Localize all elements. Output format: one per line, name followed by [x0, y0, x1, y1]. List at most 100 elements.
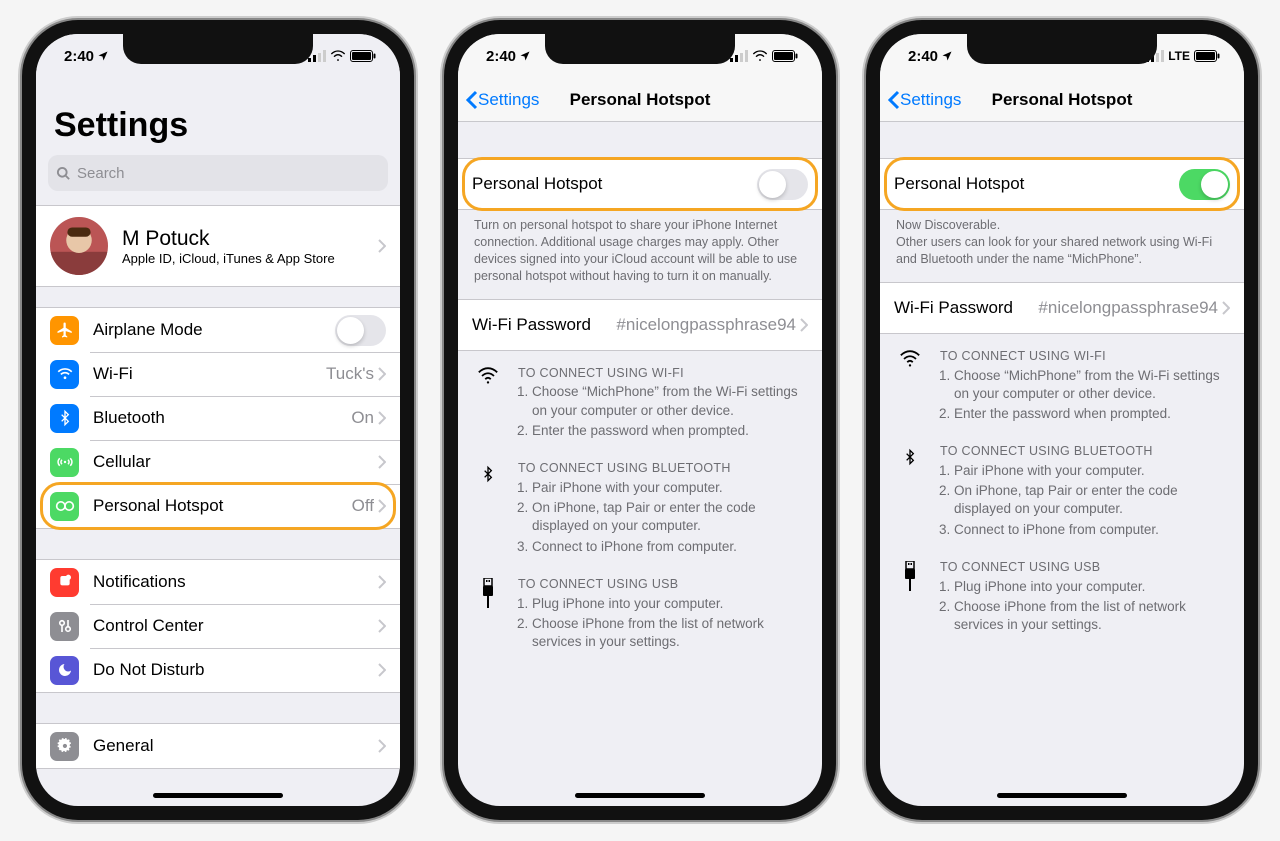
- bluetooth-value: On: [351, 408, 374, 428]
- instr-usb-step: Choose iPhone from the list of network s…: [954, 598, 1228, 634]
- hotspot-discoverable: Now Discoverable. Other users can look f…: [880, 210, 1244, 282]
- instr-bluetooth: TO CONNECT USING BLUETOOTH Pair iPhone w…: [458, 446, 822, 562]
- instr-usb: TO CONNECT USING USB Plug iPhone into yo…: [880, 545, 1244, 641]
- wifi-pw-label: Wi-Fi Password: [894, 298, 1038, 318]
- status-time: 2:40: [486, 48, 516, 65]
- instr-bt-step: On iPhone, tap Pair or enter the code di…: [532, 499, 806, 535]
- wifi-label: Wi-Fi: [93, 364, 326, 384]
- chevron-right-icon: [378, 619, 386, 633]
- bluetooth-label: Bluetooth: [93, 408, 351, 428]
- cellular-label: Cellular: [93, 452, 378, 472]
- airplane-label: Airplane Mode: [93, 320, 335, 340]
- wifi-icon: [477, 367, 499, 385]
- status-network-label: LTE: [1168, 49, 1190, 63]
- bluetooth-icon: [480, 462, 496, 486]
- bluetooth-icon: [902, 445, 918, 469]
- chevron-left-icon: [466, 90, 478, 110]
- chevron-right-icon: [1222, 301, 1230, 315]
- avatar: [50, 217, 108, 275]
- hotspot-toggle-row[interactable]: Personal Hotspot: [880, 159, 1244, 209]
- instr-bt-step: Connect to iPhone from computer.: [532, 538, 806, 556]
- location-icon: [941, 50, 953, 62]
- instr-bt-step: Connect to iPhone from computer.: [954, 521, 1228, 539]
- phone-frame-1: 2:40 Settings Search: [22, 20, 414, 820]
- notifications-icon: [50, 568, 79, 597]
- instr-usb-title: TO CONNECT USING USB: [518, 576, 806, 593]
- instr-usb-title: TO CONNECT USING USB: [940, 559, 1228, 576]
- instr-bt-step: Pair iPhone with your computer.: [532, 479, 806, 497]
- instr-usb-step: Plug iPhone into your computer.: [532, 595, 806, 613]
- bluetooth-row[interactable]: Bluetooth On: [36, 396, 400, 440]
- back-label: Settings: [478, 90, 539, 110]
- notifications-label: Notifications: [93, 572, 378, 592]
- search-input[interactable]: Search: [48, 155, 388, 191]
- back-button[interactable]: Settings: [466, 90, 539, 110]
- personal-hotspot-row[interactable]: Personal Hotspot Off: [36, 484, 400, 528]
- profile-name: M Potuck: [122, 227, 378, 251]
- home-indicator: [997, 793, 1127, 798]
- battery-icon: [1194, 50, 1220, 62]
- dnd-row[interactable]: Do Not Disturb: [36, 648, 400, 692]
- instr-wifi-step: Choose “MichPhone” from the Wi-Fi settin…: [954, 367, 1228, 403]
- home-indicator: [575, 793, 705, 798]
- hotspot-toggle[interactable]: [757, 169, 808, 200]
- hotspot-toggle-label: Personal Hotspot: [894, 174, 1179, 194]
- instr-usb: TO CONNECT USING USB Plug iPhone into yo…: [458, 562, 822, 658]
- instr-wifi: TO CONNECT USING WI-FI Choose “MichPhone…: [880, 334, 1244, 430]
- notch: [123, 34, 313, 64]
- dnd-icon: [50, 656, 79, 685]
- status-time: 2:40: [908, 48, 938, 65]
- hotspot-hint: Turn on personal hotspot to share your i…: [458, 210, 822, 299]
- notch: [967, 34, 1157, 64]
- hotspot-toggle-label: Personal Hotspot: [472, 174, 757, 194]
- wifi-password-row[interactable]: Wi-Fi Password #nicelongpassphrase94: [880, 283, 1244, 333]
- search-icon: [56, 166, 71, 181]
- wifi-row[interactable]: Wi-Fi Tuck's: [36, 352, 400, 396]
- chevron-right-icon: [378, 239, 386, 253]
- nav-title: Personal Hotspot: [992, 90, 1133, 110]
- notifications-row[interactable]: Notifications: [36, 560, 400, 604]
- chevron-right-icon: [378, 663, 386, 677]
- hotspot-icon: [50, 492, 79, 521]
- usb-icon: [903, 561, 917, 591]
- back-label: Settings: [900, 90, 961, 110]
- instr-wifi-title: TO CONNECT USING WI-FI: [518, 365, 806, 382]
- chevron-right-icon: [378, 455, 386, 469]
- airplane-toggle[interactable]: [335, 315, 386, 346]
- instr-bt-step: On iPhone, tap Pair or enter the code di…: [954, 482, 1228, 518]
- control-center-icon: [50, 612, 79, 641]
- wifi-pw-value: #nicelongpassphrase94: [616, 315, 796, 335]
- chevron-right-icon: [378, 499, 386, 513]
- chevron-right-icon: [378, 367, 386, 381]
- hotspot-value: Off: [352, 496, 374, 516]
- instr-bluetooth: TO CONNECT USING BLUETOOTH Pair iPhone w…: [880, 429, 1244, 545]
- instr-usb-step: Choose iPhone from the list of network s…: [532, 615, 806, 651]
- usb-icon: [481, 578, 495, 608]
- chevron-right-icon: [378, 411, 386, 425]
- gear-icon: [50, 732, 79, 761]
- phone-frame-3: 2:40 LTE Settings Personal Hotspot Perso…: [866, 20, 1258, 820]
- instr-wifi: TO CONNECT USING WI-FI Choose “MichPhone…: [458, 351, 822, 447]
- chevron-right-icon: [378, 575, 386, 589]
- instr-bt-title: TO CONNECT USING BLUETOOTH: [518, 460, 806, 477]
- airplane-mode-row[interactable]: Airplane Mode: [36, 308, 400, 352]
- instr-wifi-step: Choose “MichPhone” from the Wi-Fi settin…: [532, 383, 806, 419]
- hotspot-toggle-row[interactable]: Personal Hotspot: [458, 159, 822, 209]
- wifi-icon: [899, 350, 921, 368]
- nav-bar: Settings Personal Hotspot: [458, 78, 822, 122]
- instr-wifi-title: TO CONNECT USING WI-FI: [940, 348, 1228, 365]
- hotspot-toggle[interactable]: [1179, 169, 1230, 200]
- profile-sub: Apple ID, iCloud, iTunes & App Store: [122, 251, 378, 266]
- wifi-pw-value: #nicelongpassphrase94: [1038, 298, 1218, 318]
- cellular-row[interactable]: Cellular: [36, 440, 400, 484]
- status-time: 2:40: [64, 48, 94, 65]
- general-row[interactable]: General: [36, 724, 400, 768]
- back-button[interactable]: Settings: [888, 90, 961, 110]
- instr-bt-step: Pair iPhone with your computer.: [954, 462, 1228, 480]
- profile-row[interactable]: M Potuck Apple ID, iCloud, iTunes & App …: [36, 206, 400, 286]
- instr-bt-title: TO CONNECT USING BLUETOOTH: [940, 443, 1228, 460]
- wifi-password-row[interactable]: Wi-Fi Password #nicelongpassphrase94: [458, 300, 822, 350]
- control-center-row[interactable]: Control Center: [36, 604, 400, 648]
- nav-title: Personal Hotspot: [570, 90, 711, 110]
- general-label: General: [93, 736, 378, 756]
